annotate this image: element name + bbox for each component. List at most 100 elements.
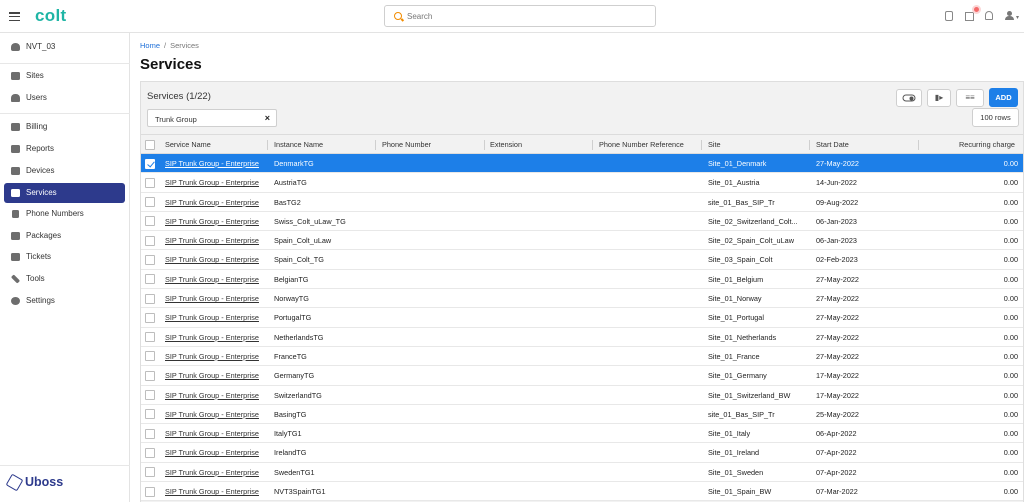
brand-logo[interactable]: colt [35, 6, 66, 26]
table-row[interactable]: SIP Trunk Group - Enterprise Spain_Colt_T… [141, 250, 1023, 270]
row-checkbox[interactable] [145, 235, 155, 246]
cell-service-name[interactable]: SIP Trunk Group - Enterprise [165, 443, 267, 461]
table-row[interactable]: SIP Trunk Group - Enterprise Spain_Colt_u… [141, 231, 1023, 251]
rows-per-page-button[interactable]: 100 rows [972, 108, 1019, 127]
table-row[interactable]: SIP Trunk Group - Enterprise ItalyTG1 Site… [141, 424, 1023, 444]
col-site[interactable]: Site [708, 135, 808, 153]
row-checkbox[interactable] [145, 428, 155, 439]
row-checkbox[interactable] [145, 254, 155, 265]
cell-service-name[interactable]: SIP Trunk Group - Enterprise [165, 386, 267, 404]
sidebar-item-devices[interactable]: Devices [4, 161, 125, 181]
col-phone-number[interactable]: Phone Number [382, 135, 482, 153]
col-recurring-charge[interactable]: Recurring charge [921, 135, 1015, 153]
col-instance-name[interactable]: Instance Name [274, 135, 374, 153]
cell-service-name[interactable]: SIP Trunk Group - Enterprise [165, 463, 267, 481]
service-link[interactable]: SIP Trunk Group - Enterprise [165, 429, 259, 438]
table-row[interactable]: SIP Trunk Group - Enterprise SwitzerlandT… [141, 385, 1023, 405]
table-row[interactable]: SIP Trunk Group - Enterprise BasingTG site… [141, 404, 1023, 425]
cell-service-name[interactable]: SIP Trunk Group - Enterprise [165, 405, 267, 423]
service-link[interactable]: SIP Trunk Group - Enterprise [165, 410, 259, 419]
table-row[interactable]: SIP Trunk Group - Enterprise SwedenTG1 Sit… [141, 462, 1023, 483]
col-extension[interactable]: Extension [490, 135, 590, 153]
row-checkbox[interactable] [145, 409, 155, 420]
sidebar-item-billing[interactable]: Billing [4, 117, 125, 137]
service-link[interactable]: SIP Trunk Group - Enterprise [165, 448, 259, 457]
row-checkbox[interactable] [145, 216, 155, 227]
cell-service-name[interactable]: SIP Trunk Group - Enterprise [165, 308, 267, 326]
select-all-checkbox[interactable] [145, 139, 155, 150]
cell-service-name[interactable]: SIP Trunk Group - Enterprise [165, 482, 267, 500]
sidebar-item-settings[interactable]: Settings [4, 291, 125, 311]
service-link[interactable]: SIP Trunk Group - Enterprise [165, 294, 259, 303]
service-link[interactable]: SIP Trunk Group - Enterprise [165, 391, 259, 400]
cell-service-name[interactable]: SIP Trunk Group - Enterprise [165, 328, 267, 346]
sidebar-item-reports[interactable]: Reports [4, 139, 125, 159]
cell-service-name[interactable]: SIP Trunk Group - Enterprise [165, 231, 267, 249]
row-checkbox[interactable] [145, 370, 155, 381]
cell-service-name[interactable]: SIP Trunk Group - Enterprise [165, 424, 267, 442]
cell-service-name[interactable]: SIP Trunk Group - Enterprise [165, 366, 267, 384]
sidebar-account[interactable]: NVT_03 [4, 37, 125, 57]
service-link[interactable]: SIP Trunk Group - Enterprise [165, 236, 259, 245]
table-row[interactable]: SIP Trunk Group - Enterprise FranceTG Site… [141, 346, 1023, 367]
col-phone-number-reference[interactable]: Phone Number Reference [599, 135, 699, 153]
sidebar-item-services[interactable]: Services [4, 183, 125, 203]
breadcrumb-home[interactable]: Home [140, 41, 160, 50]
menu-icon[interactable] [9, 12, 20, 22]
sidebar-item-phone-numbers[interactable]: Phone Numbers [4, 204, 125, 224]
cell-service-name[interactable]: SIP Trunk Group - Enterprise [165, 193, 267, 211]
filter-chip[interactable]: Trunk Group × [147, 109, 277, 127]
table-row[interactable]: SIP Trunk Group - Enterprise NorwayTG Site… [141, 289, 1023, 309]
row-checkbox[interactable] [145, 486, 155, 497]
row-checkbox[interactable] [145, 274, 155, 285]
cell-service-name[interactable]: SIP Trunk Group - Enterprise [165, 250, 267, 268]
sidebar-item-sites[interactable]: Sites [4, 66, 125, 86]
search-input[interactable]: Search [384, 5, 656, 27]
table-row[interactable]: SIP Trunk Group - Enterprise NVT3SpainTG1… [141, 482, 1023, 502]
table-row[interactable]: SIP Trunk Group - Enterprise AustriaTG Sit… [141, 173, 1023, 193]
col-service-name[interactable]: Service Name [165, 135, 265, 153]
table-row[interactable]: SIP Trunk Group - Enterprise DenmarkTG Sit… [141, 154, 1023, 174]
toggle-view-button[interactable] [896, 89, 922, 107]
row-checkbox[interactable] [145, 312, 155, 323]
service-link[interactable]: SIP Trunk Group - Enterprise [165, 468, 259, 477]
row-checkbox[interactable] [145, 158, 155, 169]
connection-icon[interactable] [945, 11, 953, 21]
service-link[interactable]: SIP Trunk Group - Enterprise [165, 487, 259, 496]
service-link[interactable]: SIP Trunk Group - Enterprise [165, 275, 259, 284]
service-link[interactable]: SIP Trunk Group - Enterprise [165, 333, 259, 342]
service-link[interactable]: SIP Trunk Group - Enterprise [165, 178, 259, 187]
cell-service-name[interactable]: SIP Trunk Group - Enterprise [165, 212, 267, 230]
columns-button[interactable]: ≡≡ [956, 89, 984, 107]
sidebar-item-tools[interactable]: Tools [4, 269, 125, 289]
col-start-date[interactable]: Start Date [816, 135, 916, 153]
service-link[interactable]: SIP Trunk Group - Enterprise [165, 352, 259, 361]
row-checkbox[interactable] [145, 390, 155, 401]
row-checkbox[interactable] [145, 197, 155, 208]
table-row[interactable]: SIP Trunk Group - Enterprise BelgianTG Sit… [141, 269, 1023, 290]
service-link[interactable]: SIP Trunk Group - Enterprise [165, 217, 259, 226]
row-checkbox[interactable] [145, 332, 155, 343]
row-checkbox[interactable] [145, 447, 155, 458]
cell-service-name[interactable]: SIP Trunk Group - Enterprise [165, 173, 267, 191]
sidebar-item-tickets[interactable]: Tickets [4, 247, 125, 267]
row-checkbox[interactable] [145, 351, 155, 362]
add-button[interactable]: ADD [989, 88, 1018, 107]
clear-filter-icon[interactable]: × [265, 113, 270, 123]
export-button[interactable]: ▮▸ [927, 89, 951, 107]
bell-icon[interactable] [985, 11, 993, 20]
service-link[interactable]: SIP Trunk Group - Enterprise [165, 313, 259, 322]
table-row[interactable]: SIP Trunk Group - Enterprise NetherlandsT… [141, 327, 1023, 347]
service-link[interactable]: SIP Trunk Group - Enterprise [165, 159, 259, 168]
table-row[interactable]: SIP Trunk Group - Enterprise PortugalTG Si… [141, 308, 1023, 328]
table-row[interactable]: SIP Trunk Group - Enterprise IrelandTG Sit… [141, 443, 1023, 463]
table-row[interactable]: SIP Trunk Group - Enterprise Swiss_Colt_u… [141, 211, 1023, 232]
row-checkbox[interactable] [145, 293, 155, 304]
table-row[interactable]: SIP Trunk Group - Enterprise GermanyTG Sit… [141, 366, 1023, 386]
sidebar-item-packages[interactable]: Packages [4, 226, 125, 246]
service-link[interactable]: SIP Trunk Group - Enterprise [165, 371, 259, 380]
user-menu-icon[interactable]: ▾ [1005, 11, 1019, 21]
row-checkbox[interactable] [145, 467, 155, 478]
table-row[interactable]: SIP Trunk Group - Enterprise BasTG2 site_0… [141, 192, 1023, 212]
cell-service-name[interactable]: SIP Trunk Group - Enterprise [165, 347, 267, 365]
